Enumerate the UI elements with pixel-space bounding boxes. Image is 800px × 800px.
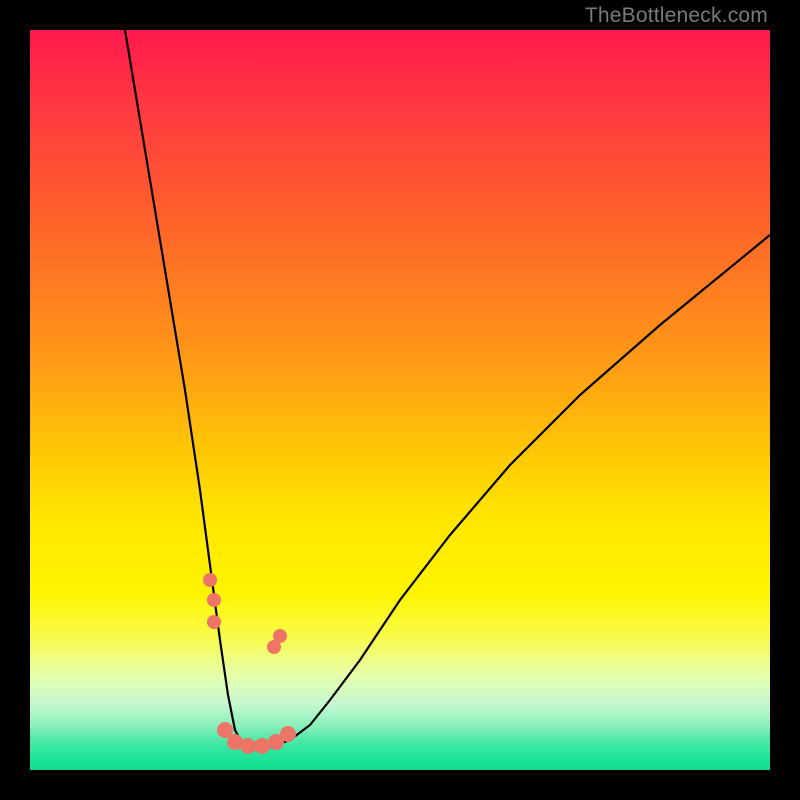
bottleneck-curve	[125, 30, 770, 748]
marker-dot	[203, 573, 217, 587]
plot-area	[30, 30, 770, 770]
marker-dot	[240, 738, 256, 754]
curve-svg	[30, 30, 770, 770]
marker-dot	[273, 629, 287, 643]
marker-dot	[207, 593, 221, 607]
marker-dot	[207, 615, 221, 629]
marker-dot	[280, 726, 296, 742]
marker-dot	[254, 738, 270, 754]
watermark-text: TheBottleneck.com	[585, 4, 768, 28]
highlight-markers	[203, 573, 296, 754]
chart-container: TheBottleneck.com	[0, 0, 800, 800]
